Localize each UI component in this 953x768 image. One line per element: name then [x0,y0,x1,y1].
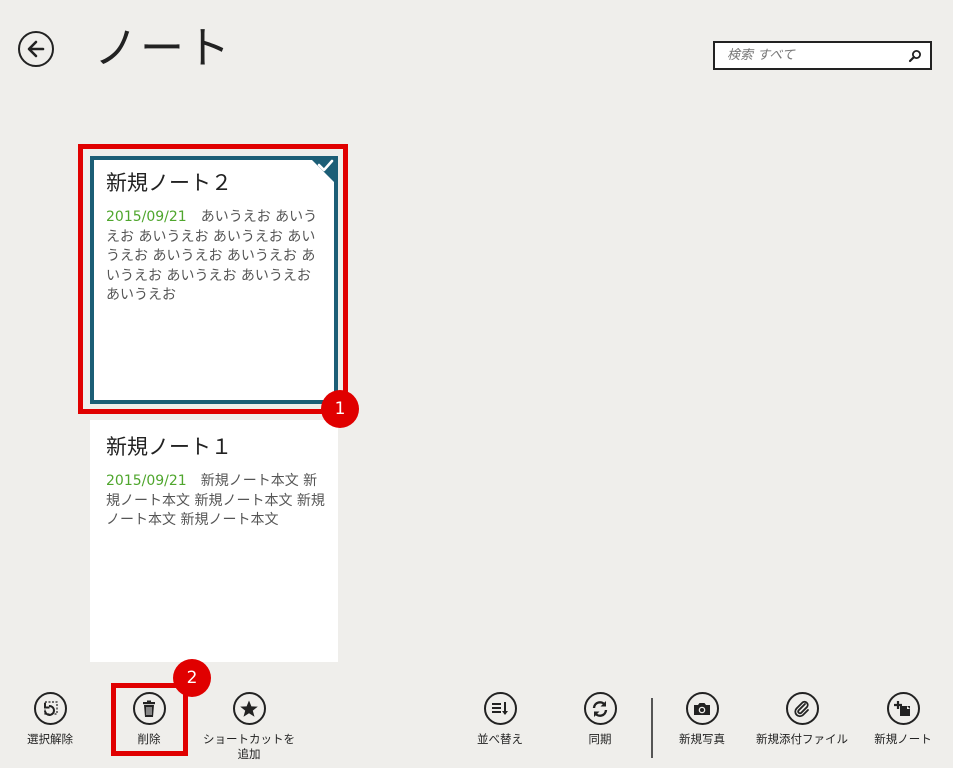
new-note-label: 新規ノート [874,732,932,746]
note-card[interactable]: 新規ノート１ 2015/09/21 新規ノート本文 新規ノート本文 新規ノート本文… [90,420,338,662]
clear-selection-label: 選択解除 [27,732,73,746]
camera-icon [685,692,719,725]
sort-icon [483,692,517,725]
sync-button[interactable]: 同期 [550,692,650,768]
annotation-highlight-2 [111,683,188,756]
sort-label: 並べ替え [477,732,523,746]
sort-button[interactable]: 並べ替え [450,692,550,768]
step-badge-2: 2 [173,659,211,697]
new-photo-button[interactable]: 新規写真 [652,692,752,768]
new-note-icon [886,692,920,725]
note-date: 2015/09/21 [106,473,187,489]
search-input[interactable] [727,48,908,63]
star-icon [232,692,266,725]
clear-selection-button[interactable]: 選択解除 [0,692,100,768]
new-note-button[interactable]: 新規ノート [853,692,953,768]
new-attachment-button[interactable]: 新規添付ファイル [752,692,852,768]
new-photo-label: 新規写真 [679,732,725,746]
clear-selection-icon [33,692,67,725]
back-button[interactable] [18,31,54,67]
sync-icon [583,692,617,725]
note-preview: 2015/09/21 新規ノート本文 新規ノート本文 新規ノート本文 新規ノート本… [106,472,326,531]
paperclip-icon [785,692,819,725]
note-title: 新規ノート１ [106,435,232,459]
new-attachment-label: 新規添付ファイル [756,732,848,746]
search-icon[interactable] [908,49,922,63]
add-shortcut-button[interactable]: ショートカットを追加 [199,692,299,768]
add-shortcut-label: ショートカットを追加 [203,732,295,761]
search-box[interactable] [713,41,932,70]
back-arrow-icon [27,40,45,58]
page-title: ノート [94,23,232,74]
step-badge-1: 1 [321,390,359,428]
sync-label: 同期 [588,732,612,746]
annotation-highlight-1 [78,144,348,414]
